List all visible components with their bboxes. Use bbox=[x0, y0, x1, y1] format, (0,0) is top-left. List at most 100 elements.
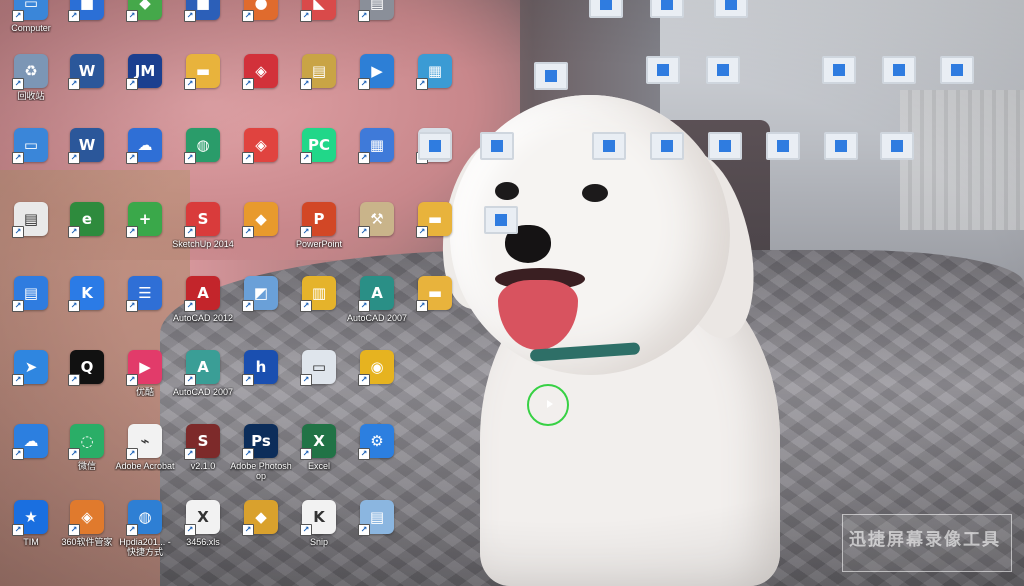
desktop-icon-hpdia[interactable]: ◍ ↗ Hpdia201... - 快捷方式 bbox=[114, 500, 176, 570]
desktop-icon-top5[interactable]: ● ↗ bbox=[230, 0, 292, 56]
desktop-exe-file-exe14[interactable] bbox=[866, 132, 928, 202]
desktop-icon-feishu[interactable]: ➤ ↗ bbox=[0, 350, 62, 420]
app-icon: h ↗ bbox=[242, 350, 278, 386]
desktop-icon-notepad[interactable]: ▤ ↗ bbox=[346, 500, 408, 570]
executable-file-icon bbox=[822, 56, 856, 84]
desktop-icon-word2[interactable]: W ↗ bbox=[56, 128, 118, 198]
executable-file-icon bbox=[824, 132, 858, 160]
desktop-icon-multi[interactable]: ◆ ↗ bbox=[230, 500, 292, 570]
desktop-icon-xls[interactable]: X ↗ 3456.xls bbox=[172, 500, 234, 570]
desktop-icon-doc-y[interactable]: ▤ ↗ bbox=[288, 54, 350, 124]
desktop-icon-autocad2012[interactable]: A ↗ AutoCAD 2012 bbox=[172, 276, 234, 346]
desktop-icon-pc[interactable]: ▭ ↗ bbox=[0, 128, 62, 198]
desktop-exe-file-exe16[interactable] bbox=[466, 132, 528, 202]
shortcut-arrow-icon: ↗ bbox=[12, 448, 24, 460]
desktop-icon-app-green[interactable]: + ↗ bbox=[114, 202, 176, 272]
desktop-icon-pycharm[interactable]: PC ↗ bbox=[288, 128, 350, 198]
desktop-icon-ie[interactable]: e ↗ bbox=[56, 202, 118, 272]
desktop-exe-file-exe6[interactable] bbox=[808, 56, 870, 126]
desktop-icon-tim[interactable]: ★ ↗ TIM bbox=[0, 500, 62, 570]
desktop-icon-folder2[interactable]: ▬ ↗ bbox=[404, 202, 466, 272]
tim-icon: ★ ↗ bbox=[12, 500, 48, 536]
desktop-icon-label: TIM bbox=[23, 537, 39, 547]
shortcut-arrow-icon: ↗ bbox=[300, 448, 312, 460]
desktop-icon-settings[interactable]: ⚙ ↗ bbox=[346, 424, 408, 494]
desktop-exe-file-exe5[interactable] bbox=[692, 56, 754, 126]
desktop-icon-folder3[interactable]: ▬ ↗ bbox=[404, 276, 466, 346]
desktop-exe-file-exe13[interactable] bbox=[810, 132, 872, 202]
word-doc-icon: W ↗ bbox=[68, 54, 104, 90]
executable-file-icon bbox=[706, 56, 740, 84]
desktop-icon-office[interactable]: ▦ ↗ bbox=[346, 128, 408, 198]
desktop-icon-remote[interactable]: ▭ ↗ bbox=[288, 350, 350, 420]
shortcut-arrow-icon: ↗ bbox=[68, 78, 80, 90]
desktop-icon-video[interactable]: ▶ ↗ bbox=[346, 54, 408, 124]
desktop-icon-top6[interactable]: ◣ ↗ bbox=[288, 0, 350, 56]
desktop-icon-notes[interactable]: ▤ ↗ bbox=[0, 276, 62, 346]
desktop-icon-baidu[interactable]: ☁ ↗ bbox=[114, 128, 176, 198]
desktop-icon-recycle[interactable]: ♻ ↗ 回收站 bbox=[0, 54, 62, 124]
desktop-icon-storm[interactable]: ☰ ↗ bbox=[114, 276, 176, 346]
shortcut-arrow-icon: ↗ bbox=[358, 524, 370, 536]
desktop-icon-hp[interactable]: h ↗ bbox=[230, 350, 292, 420]
app-icon: ◣ ↗ bbox=[300, 0, 336, 22]
desktop-icon-app-red[interactable]: ◈ ↗ bbox=[230, 54, 292, 124]
desktop-icon-qq[interactable]: Q ↗ bbox=[56, 350, 118, 420]
desktop-icon-jmi[interactable]: JM ↗ bbox=[114, 54, 176, 124]
desktop-icon-acrobat[interactable]: ⌁ ↗ Adobe Acrobat bbox=[114, 424, 176, 494]
desktop-icon-computer[interactable]: ▭ ↗ Computer bbox=[0, 0, 62, 56]
desktop-exe-file-exe12[interactable] bbox=[752, 132, 814, 202]
cloud-icon: ☁ ↗ bbox=[12, 424, 48, 460]
desktop-icon-snip[interactable]: K ↗ Snip bbox=[288, 500, 350, 570]
desktop-icon-folder1[interactable]: ▬ ↗ bbox=[172, 54, 234, 124]
executable-file-icon bbox=[650, 132, 684, 160]
desktop-icon-autocad2007[interactable]: A ↗ AutoCAD 2007 bbox=[346, 276, 408, 346]
desktop-icon-kugou[interactable]: K ↗ bbox=[56, 276, 118, 346]
autocad-icon: A ↗ bbox=[184, 350, 220, 386]
desktop-icon-word1[interactable]: W ↗ bbox=[56, 54, 118, 124]
desktop-icon-label: SketchUp 2014 bbox=[172, 239, 234, 249]
desktop-icon-sketchup[interactable]: S ↗ SketchUp 2014 bbox=[172, 202, 234, 272]
desktop-exe-file-exe11[interactable] bbox=[694, 132, 756, 202]
desktop-icon-s-app[interactable]: S ↗ v2.1.0 bbox=[172, 424, 234, 494]
desktop-icon-cloudnote[interactable]: ☁ ↗ bbox=[0, 424, 62, 494]
desktop-exe-file-exe18[interactable] bbox=[470, 206, 532, 276]
desktop-icon-top4[interactable]: ■ ↗ bbox=[172, 0, 234, 56]
desktop-icon-powerpoint[interactable]: P ↗ PowerPoint bbox=[288, 202, 350, 272]
desktop-icon-360[interactable]: ◈ ↗ 360软件管家 bbox=[56, 500, 118, 570]
desktop-icon-chrome[interactable]: ◉ ↗ bbox=[346, 350, 408, 420]
desktop-exe-file-exe9[interactable] bbox=[578, 132, 640, 202]
photoshop-icon: Ps ↗ bbox=[242, 424, 278, 460]
desktop-icon-cad-mini[interactable]: ◩ ↗ bbox=[230, 276, 292, 346]
desktop-exe-file-exe4[interactable] bbox=[632, 56, 694, 126]
shortcut-arrow-icon: ↗ bbox=[68, 448, 80, 460]
desktop-exe-file-exe3[interactable] bbox=[700, 0, 762, 60]
computer-icon: ▭ ↗ bbox=[12, 0, 48, 22]
desktop-icon-sql[interactable]: ⚒ ↗ bbox=[346, 202, 408, 272]
desktop-icon-wechat[interactable]: ◌ ↗ 微信 bbox=[56, 424, 118, 494]
desktop-exe-file-exe10[interactable] bbox=[636, 132, 698, 202]
desktop-icon-autocad2007b[interactable]: A ↗ AutoCAD 2007 bbox=[172, 350, 234, 420]
desktop-icon-top2[interactable]: ■ ↗ bbox=[56, 0, 118, 56]
globe-icon: ◍ ↗ bbox=[184, 128, 220, 164]
app-icon: ◆ ↗ bbox=[126, 0, 162, 22]
desktop-icon-top3[interactable]: ◆ ↗ bbox=[114, 0, 176, 56]
desktop-icon-glodon[interactable]: ▥ ↗ bbox=[288, 276, 350, 346]
desktop-icon-top7[interactable]: ▤ ↗ bbox=[346, 0, 408, 56]
desktop-icon-photoshop[interactable]: Ps ↗ Adobe Photoshop bbox=[230, 424, 292, 494]
desktop-exe-file-exe8[interactable] bbox=[926, 56, 988, 126]
desktop-icon-label: 3456.xls bbox=[186, 537, 220, 547]
desktop-icon-youku[interactable]: ▶ ↗ 优酷 bbox=[114, 350, 176, 420]
desktop-icon-app-r2[interactable]: ◈ ↗ bbox=[230, 128, 292, 198]
desktop-icon-rhino[interactable]: ◆ ↗ bbox=[230, 202, 292, 272]
shortcut-arrow-icon: ↗ bbox=[242, 448, 254, 460]
desktop-icon-photo[interactable]: ▦ ↗ bbox=[404, 54, 466, 124]
desktop-icon-doc-white[interactable]: ▤ ↗ bbox=[0, 202, 62, 272]
desktop-icon-excel[interactable]: X ↗ Excel bbox=[288, 424, 350, 494]
desktop-exe-file-exe15[interactable] bbox=[520, 62, 582, 132]
desktop-exe-file-exe2[interactable] bbox=[636, 0, 698, 60]
desktop-exe-file-exe7[interactable] bbox=[868, 56, 930, 126]
desktop-exe-file-exe1[interactable] bbox=[575, 0, 637, 60]
desktop-exe-file-exe17[interactable] bbox=[404, 132, 466, 202]
desktop-icon-globe[interactable]: ◍ ↗ bbox=[172, 128, 234, 198]
